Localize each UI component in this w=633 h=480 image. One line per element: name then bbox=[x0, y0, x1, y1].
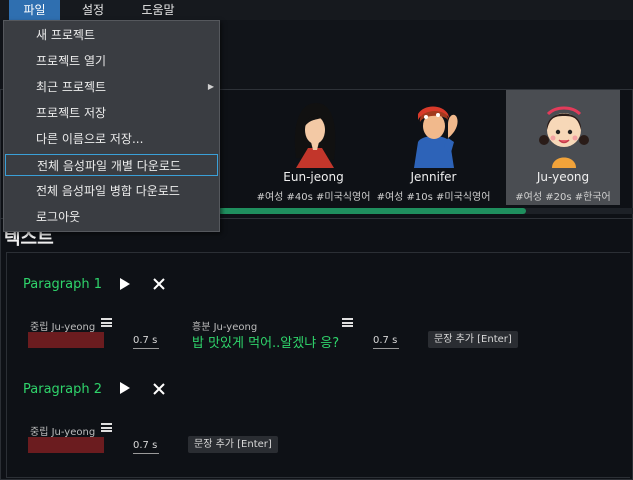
speaker-name: Jennifer bbox=[410, 170, 457, 184]
avatar-jennifer bbox=[414, 106, 458, 168]
sentence-speaker-label: 흥분 Ju-yeong bbox=[192, 322, 258, 333]
menu-icon[interactable] bbox=[342, 318, 353, 327]
speaker-name: Ju-yeong bbox=[536, 170, 590, 184]
sentence-speaker-label: 중립 Ju-yeong bbox=[30, 427, 96, 438]
menu-item-open-project[interactable]: 프로젝트 열기 bbox=[5, 50, 218, 72]
avatar-eun-jeong bbox=[294, 103, 336, 168]
sentence-input-empty[interactable] bbox=[28, 437, 104, 453]
chevron-right-icon: ▶ bbox=[207, 82, 214, 91]
speaker-tags: #여성 #10s #미국식영어 bbox=[376, 192, 491, 203]
speaker-card-eun-jeong[interactable]: Eun-jeong #여성 #40s #미국식영어 bbox=[256, 90, 371, 205]
speaker-tags: #여성 #20s #한국어 bbox=[515, 192, 611, 203]
menubar: 파일 설정 도움말 bbox=[0, 0, 633, 20]
add-sentence-button[interactable]: 문장 추가 [Enter] bbox=[188, 436, 278, 453]
close-icon[interactable] bbox=[151, 381, 167, 397]
sentence-text[interactable]: 밥 맛있게 먹어..알겠냐 응? bbox=[192, 332, 339, 351]
sentence-speaker-label: 중립 Ju-yeong bbox=[30, 322, 96, 333]
menu-icon[interactable] bbox=[101, 423, 112, 432]
speaker-card-jennifer[interactable]: Jennifer #여성 #10s #미국식영어 bbox=[376, 90, 491, 205]
speaker-tags: #여성 #40s #미국식영어 bbox=[256, 192, 371, 203]
duration-field[interactable]: 0.7 s bbox=[133, 440, 159, 454]
menu-item-logout[interactable]: 로그아웃 bbox=[5, 206, 218, 228]
duration-field[interactable]: 0.7 s bbox=[373, 335, 399, 349]
menu-item-new-project[interactable]: 새 프로젝트 bbox=[5, 24, 218, 46]
menu-icon[interactable] bbox=[101, 318, 112, 327]
speaker-card-ju-yeong[interactable]: Ju-yeong #여성 #20s #한국어 bbox=[506, 90, 620, 205]
play-icon[interactable] bbox=[116, 276, 132, 292]
avatar-ju-yeong bbox=[539, 106, 589, 168]
menu-help[interactable]: 도움말 bbox=[128, 0, 188, 20]
play-icon[interactable] bbox=[116, 380, 132, 396]
sentence-input-empty[interactable] bbox=[28, 332, 104, 348]
speaker-scrollbar-thumb[interactable] bbox=[218, 208, 526, 214]
menu-item-download-merged[interactable]: 전체 음성파일 병합 다운로드 bbox=[5, 180, 218, 202]
speaker-name: Eun-jeong bbox=[283, 170, 344, 184]
menu-item-download-individual[interactable]: 전체 음성파일 개별 다운로드 bbox=[5, 154, 218, 176]
paragraph-title: Paragraph 2 bbox=[23, 382, 102, 397]
menu-item-recent-projects[interactable]: 최근 프로젝트 ▶ bbox=[5, 76, 218, 98]
menu-item-label: 최근 프로젝트 bbox=[36, 80, 107, 94]
paragraph-title: Paragraph 1 bbox=[23, 277, 102, 292]
duration-field[interactable]: 0.7 s bbox=[133, 335, 159, 349]
file-menu-dropdown: 새 프로젝트 프로젝트 열기 최근 프로젝트 ▶ 프로젝트 저장 다른 이름으로… bbox=[3, 20, 220, 232]
menu-item-save-project[interactable]: 프로젝트 저장 bbox=[5, 102, 218, 124]
close-icon[interactable] bbox=[151, 276, 167, 292]
menu-settings[interactable]: 설정 bbox=[68, 0, 118, 20]
menu-file[interactable]: 파일 bbox=[9, 0, 60, 20]
add-sentence-button[interactable]: 문장 추가 [Enter] bbox=[428, 331, 518, 348]
menu-item-save-as[interactable]: 다른 이름으로 저장... bbox=[5, 128, 218, 150]
